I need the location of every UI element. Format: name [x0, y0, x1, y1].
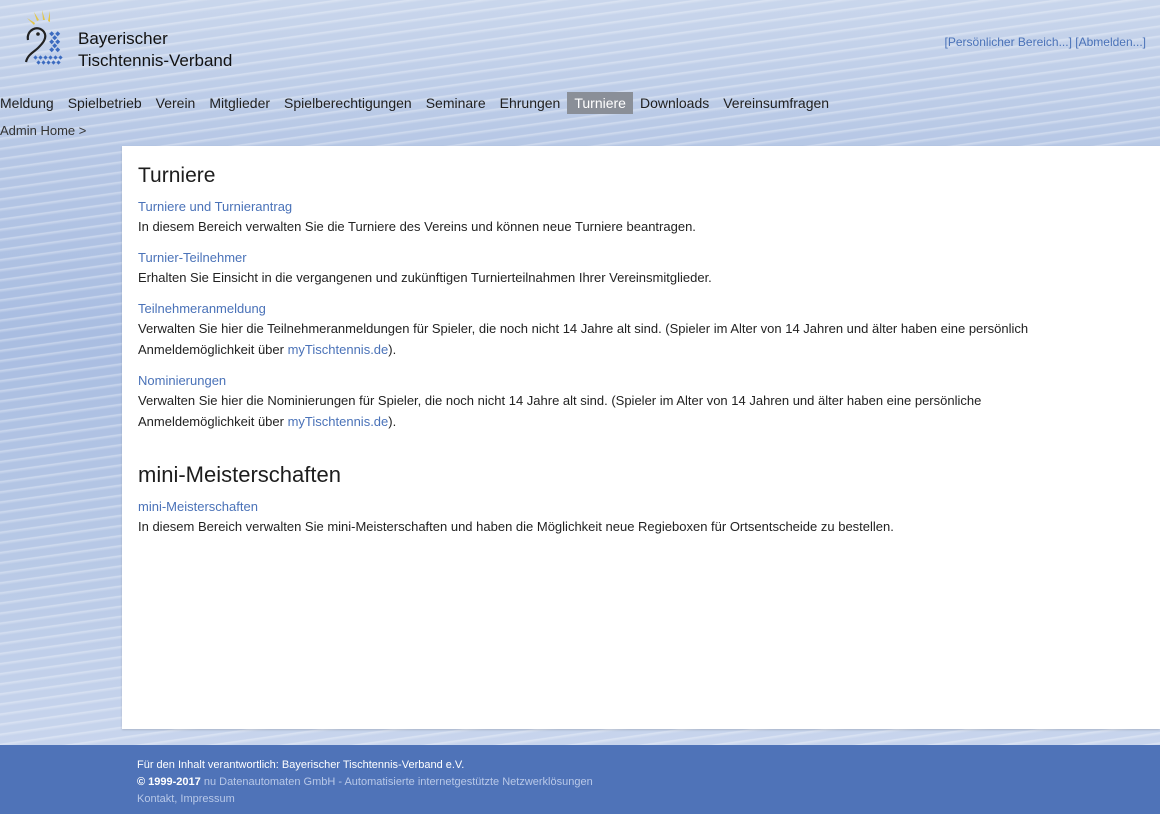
nav-item-spielberechtigungen[interactable]: Spielberechtigungen — [277, 92, 419, 114]
personal-area-link[interactable]: [Persönlicher Bereich...] — [945, 35, 1072, 49]
turniere-und-turnierantrag-link[interactable]: Turniere und Turnierantrag — [138, 199, 292, 214]
item-description: In diesem Bereich verwalten Sie mini-Mei… — [138, 519, 894, 534]
logout-link[interactable]: [Abmelden...] — [1075, 35, 1146, 49]
nav-item-mitglieder[interactable]: Mitglieder — [202, 92, 277, 114]
description-text: Verwalten Sie hier die Teilnehmeranmeldu… — [138, 321, 1029, 336]
teilnehmeranmeldung-link[interactable]: Teilnehmeranmeldung — [138, 301, 266, 316]
copyright-text: © 1999-2017 — [137, 776, 201, 788]
item-description: Erhalten Sie Einsicht in die vergangenen… — [138, 270, 712, 285]
item-description: Verwalten Sie hier die Teilnehmeranmeldu… — [138, 318, 1160, 360]
user-links: [Persönlicher Bereich...] [Abmelden...] — [945, 35, 1146, 49]
list-item: Nominierungen Verwalten Sie hier die Nom… — [138, 372, 1160, 432]
footer-responsible-text: Für den Inhalt verantwortlich: Bayerisch… — [137, 759, 465, 771]
mini-meisterschaften-link[interactable]: mini-Meisterschaften — [138, 499, 258, 514]
footer-contact-line: Kontakt, Impressum — [137, 791, 593, 808]
nav-item-verein[interactable]: Verein — [149, 92, 203, 114]
bttv-logo-icon — [24, 10, 63, 65]
list-item: Turniere und Turnierantrag In diesem Ber… — [138, 198, 1160, 237]
section-title-turniere: Turniere — [138, 164, 216, 187]
description-text: ). — [388, 342, 397, 357]
mytischtennis-link[interactable]: myTischtennis.de — [288, 342, 389, 357]
nu-datenautomaten-link[interactable]: nu Datenautomaten GmbH - Automatisierte … — [204, 776, 593, 788]
nav-item-ehrungen[interactable]: Ehrungen — [493, 92, 568, 114]
description-text: ). — [388, 414, 397, 429]
breadcrumb: Admin Home > — [0, 123, 86, 138]
item-description: In diesem Bereich verwalten Sie die Turn… — [138, 219, 696, 234]
brand-name[interactable]: Bayerischer Tischtennis-Verband — [78, 28, 232, 72]
brand-line-1: Bayerischer — [78, 29, 168, 48]
nav-item-seminare[interactable]: Seminare — [419, 92, 493, 114]
nominierungen-link[interactable]: Nominierungen — [138, 373, 226, 388]
brand-line-2: Tischtennis-Verband — [78, 51, 233, 70]
section-title-mini-meisterschaften: mini-Meisterschaften — [138, 462, 341, 487]
main-content: Turniere Turniere und Turnierantrag In d… — [122, 146, 1160, 729]
main-nav: Meldung Spielbetrieb Verein Mitglieder S… — [0, 92, 836, 114]
nav-item-turniere[interactable]: Turniere — [567, 92, 633, 114]
site-footer: Für den Inhalt verantwortlich: Bayerisch… — [0, 745, 1160, 814]
description-text: Verwalten Sie hier die Nominierungen für… — [138, 393, 982, 408]
item-description: Verwalten Sie hier die Nominierungen für… — [138, 390, 1160, 432]
nav-item-downloads[interactable]: Downloads — [633, 92, 716, 114]
nav-item-vereinsumfragen[interactable]: Vereinsumfragen — [716, 92, 836, 114]
turnier-teilnehmer-link[interactable]: Turnier-Teilnehmer — [138, 250, 247, 265]
breadcrumb-admin-home[interactable]: Admin Home — [0, 123, 75, 138]
footer-copyright-line: © 1999-2017 nu Datenautomaten GmbH - Aut… — [137, 774, 593, 791]
list-item: Teilnehmeranmeldung Verwalten Sie hier d… — [138, 300, 1160, 360]
description-text: Anmeldemöglichkeit über — [138, 414, 284, 429]
nav-item-spielbetrieb[interactable]: Spielbetrieb — [61, 92, 149, 114]
kontakt-impressum-link[interactable]: Kontakt, Impressum — [137, 793, 235, 805]
breadcrumb-separator: > — [78, 123, 87, 138]
mytischtennis-link[interactable]: myTischtennis.de — [288, 414, 389, 429]
description-text: Anmeldemöglichkeit über — [138, 342, 284, 357]
nav-item-meldung[interactable]: Meldung — [0, 92, 61, 114]
site-header: Bayerischer Tischtennis-Verband [Persönl… — [0, 0, 1160, 145]
list-item: Turnier-Teilnehmer Erhalten Sie Einsicht… — [138, 249, 1160, 288]
list-item: mini-Meisterschaften In diesem Bereich v… — [138, 498, 1160, 537]
